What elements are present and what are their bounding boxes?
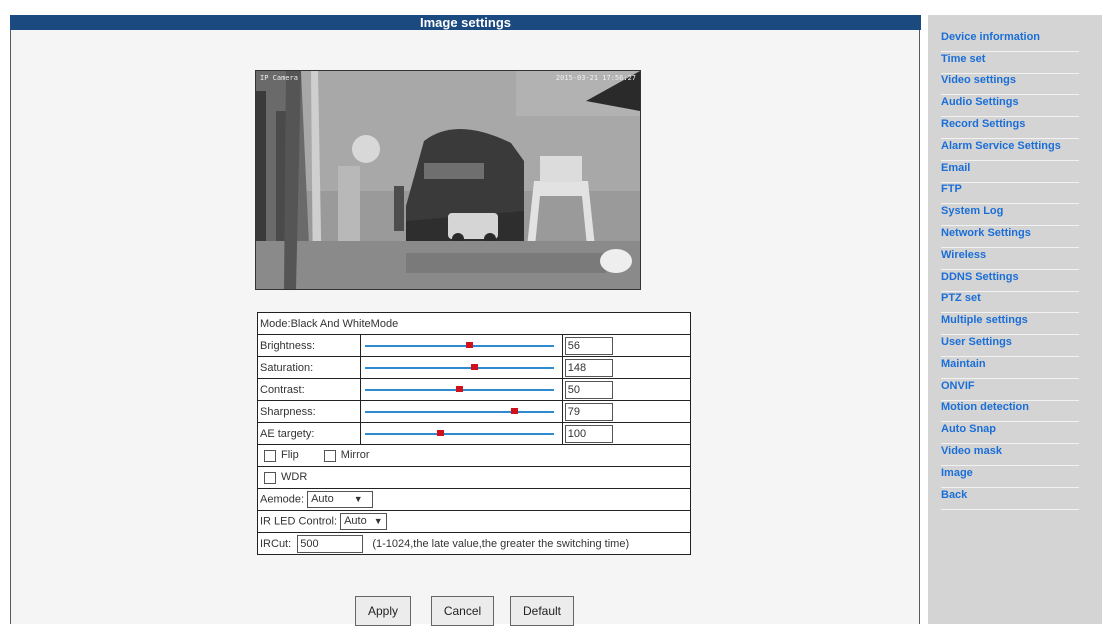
brightness-slider[interactable] <box>363 335 560 356</box>
sidebar-item-device-information[interactable]: Device information <box>941 30 1079 52</box>
sidebar-item-time-set[interactable]: Time set <box>941 52 1079 74</box>
brightness-label: Brightness: <box>257 334 361 357</box>
ir-led-value: Auto <box>344 515 367 527</box>
contrast-slider[interactable] <box>363 379 560 400</box>
settings-panel: IP Camera 2015-03-21 17:56:27 Mode:Black… <box>10 30 920 624</box>
sidebar-item-image[interactable]: Image <box>941 466 1079 488</box>
ircut-input[interactable]: 500 <box>297 534 364 553</box>
cancel-button[interactable]: Cancel <box>431 596 494 626</box>
settings-table: Mode:Black And WhiteMode Brightness: 56 … <box>257 312 692 555</box>
contrast-slider-thumb[interactable] <box>456 386 464 392</box>
page-title: Image settings <box>10 15 921 30</box>
sidebar-item-email[interactable]: Email <box>941 161 1079 183</box>
aemode-label: Aemode: <box>260 493 305 506</box>
sidebar-item-video-settings[interactable]: Video settings <box>941 73 1079 95</box>
saturation-label: Saturation: <box>257 356 361 379</box>
sidebar-item-back[interactable]: Back <box>941 488 1079 510</box>
mode-label: Mode:Black And WhiteMode <box>257 312 691 335</box>
slider-row-ae-target: AE targety: 100 <box>257 422 692 445</box>
sidebar-item-auto-snap[interactable]: Auto Snap <box>941 422 1079 444</box>
slider-row-saturation: Saturation: 148 <box>257 356 692 379</box>
flip-checkbox[interactable] <box>264 449 276 462</box>
ir-led-label: IR LED Control: <box>260 515 338 528</box>
sidebar-item-onvif[interactable]: ONVIF <box>941 379 1079 401</box>
sidebar-item-record-settings[interactable]: Record Settings <box>941 117 1079 139</box>
sidebar-item-network-settings[interactable]: Network Settings <box>941 226 1079 248</box>
brightness-slider-thumb[interactable] <box>465 342 473 348</box>
camera-timestamp: 2015-03-21 17:56:27 <box>555 74 636 82</box>
sidebar-item-multiple-settings[interactable]: Multiple settings <box>941 313 1079 335</box>
wdr-label: WDR <box>281 471 308 484</box>
sidebar-item-audio-settings[interactable]: Audio Settings <box>941 95 1079 117</box>
flip-label: Flip <box>281 449 299 462</box>
sidebar-item-system-log[interactable]: System Log <box>941 204 1079 226</box>
chevron-down-icon: ▼ <box>373 516 383 526</box>
sharpness-slider-thumb[interactable] <box>510 408 518 414</box>
slider-row-contrast: Contrast: 50 <box>257 378 692 401</box>
slider-row-sharpness: Sharpness: 79 <box>257 400 692 423</box>
brightness-input[interactable]: 56 <box>564 336 613 355</box>
sharpness-input[interactable]: 79 <box>564 402 613 421</box>
apply-button[interactable]: Apply <box>355 596 411 626</box>
sidebar-item-ddns-settings[interactable]: DDNS Settings <box>941 270 1079 292</box>
saturation-input[interactable]: 148 <box>564 358 613 377</box>
aemode-value: Auto <box>311 493 334 505</box>
sidebar-item-wireless[interactable]: Wireless <box>941 248 1079 270</box>
aemode-select[interactable]: Auto ▼ <box>307 491 374 508</box>
slider-row-brightness: Brightness: 56 <box>257 334 692 357</box>
saturation-slider-thumb[interactable] <box>471 364 479 370</box>
sharpness-slider[interactable] <box>363 401 560 422</box>
mirror-checkbox[interactable] <box>323 449 336 462</box>
sidebar-item-maintain[interactable]: Maintain <box>941 357 1079 379</box>
sidebar-item-video-mask[interactable]: Video mask <box>941 444 1079 466</box>
ircut-hint: (1-1024,the late value,the greater the s… <box>372 537 630 550</box>
sidebar-item-alarm-service-settings[interactable]: Alarm Service Settings <box>941 139 1079 161</box>
ae-target-input[interactable]: 100 <box>564 424 613 443</box>
camera-image <box>256 71 640 289</box>
saturation-slider[interactable] <box>363 357 560 378</box>
default-button[interactable]: Default <box>510 596 574 626</box>
main-content: Image settings IP Camera 2015-03-21 17:5… <box>10 15 921 626</box>
sidebar-item-motion-detection[interactable]: Motion detection <box>941 400 1079 422</box>
ir-led-select[interactable]: Auto ▼ <box>340 513 387 530</box>
contrast-label: Contrast: <box>257 378 361 401</box>
ae-target-slider-thumb[interactable] <box>437 430 445 436</box>
mirror-label: Mirror <box>340 449 370 462</box>
sidebar-nav: Device information Time set Video settin… <box>928 15 1102 624</box>
camera-label: IP Camera <box>260 74 298 82</box>
sidebar-item-ftp[interactable]: FTP <box>941 182 1079 204</box>
camera-preview: IP Camera 2015-03-21 17:56:27 <box>255 70 641 290</box>
sidebar-item-user-settings[interactable]: User Settings <box>941 335 1079 357</box>
wdr-checkbox[interactable] <box>264 471 276 484</box>
sidebar-item-ptz-set[interactable]: PTZ set <box>941 291 1079 313</box>
ircut-label: IRCut: <box>260 537 292 550</box>
contrast-input[interactable]: 50 <box>564 380 613 399</box>
sharpness-label: Sharpness: <box>257 400 361 423</box>
ae-target-label: AE targety: <box>257 422 361 445</box>
ae-target-slider[interactable] <box>363 423 560 444</box>
chevron-down-icon: ▼ <box>353 494 363 504</box>
